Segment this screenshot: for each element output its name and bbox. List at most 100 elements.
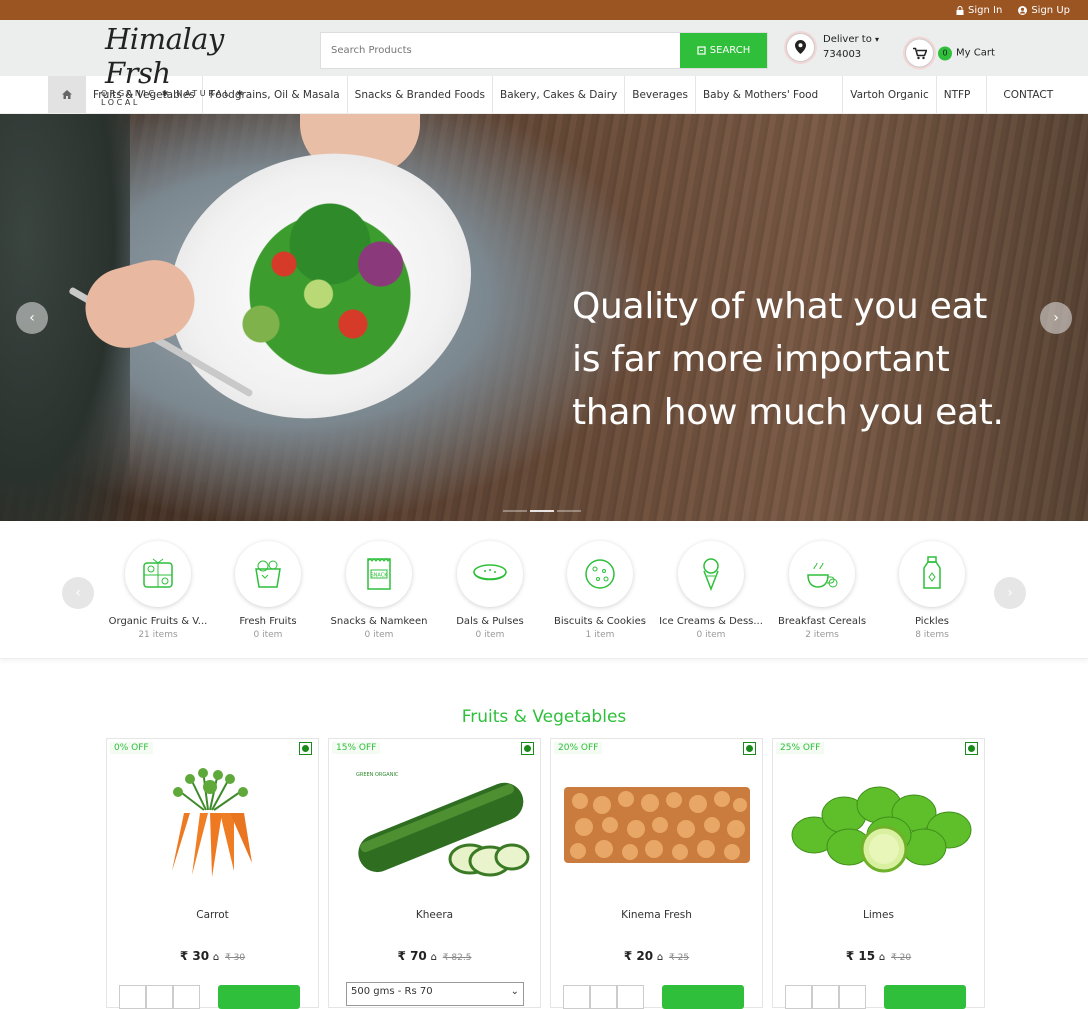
hero-quote-line: is far more important [572, 339, 950, 380]
decrement-button[interactable] [563, 985, 590, 1009]
sign-in-link[interactable]: Sign In [956, 5, 1002, 16]
deliver-to[interactable]: Deliver to ▾ 734003 [786, 32, 879, 62]
hero-quote-line: Quality of what you eat [572, 286, 988, 327]
nav-baby-food[interactable]: Baby & Mothers' Food [696, 76, 844, 113]
veg-indicator-icon [743, 742, 756, 755]
quantity-stepper[interactable] [785, 985, 866, 1009]
quantity-stepper[interactable] [563, 985, 644, 1009]
tag-icon: ⌂ [430, 952, 437, 963]
product-price: ₹ 30 ⌂ ₹ 30 [107, 949, 318, 963]
price-old: ₹ 20 [891, 953, 912, 963]
add-to-cart-button[interactable] [884, 985, 966, 1009]
cart-count-badge: 0 [938, 46, 952, 60]
category-item[interactable]: Pickles 8 items [876, 541, 988, 640]
hero-quote: Quality of what you eat is far more impo… [572, 280, 1004, 439]
nav-ntfp[interactable]: NTFP [937, 76, 988, 113]
add-to-cart-button[interactable] [662, 985, 744, 1009]
sign-up-link[interactable]: Sign Up [1018, 5, 1070, 16]
increment-button[interactable] [173, 985, 200, 1009]
kinema-image[interactable] [561, 763, 753, 887]
brand-name: Himalay Frsh [105, 22, 224, 90]
fruit-bag-icon [235, 541, 301, 607]
category-name: Pickles [914, 616, 950, 627]
snack-pack-icon: SNACK [346, 541, 412, 607]
nav-snacks[interactable]: Snacks & Branded Foods [348, 76, 493, 113]
header: Himalay Frsh ORGANIC ✱ NATURAL ✱ LOCAL S… [0, 20, 1088, 107]
product-name: Kinema Fresh [621, 909, 692, 921]
category-carousel: ‹ Organic Fruits & V... 21 items Fresh F… [0, 521, 1088, 659]
search-button[interactable]: SEARCH [680, 33, 767, 68]
category-name: Snacks & Namkeen [330, 616, 428, 627]
cereal-bowl-icon [789, 541, 855, 607]
discount-badge: 25% OFF [776, 742, 825, 754]
quantity-input[interactable] [146, 985, 173, 1009]
hero-quote-line: than how much you eat. [572, 392, 1004, 433]
category-name: Biscuits & Cookies [554, 616, 646, 627]
nav-vartoh-organic[interactable]: Vartoh Organic [843, 76, 937, 113]
price-old: ₹ 25 [669, 953, 690, 963]
section-title: Fruits & Vegetables [461, 707, 627, 727]
category-name: Ice Creams & Dess... [659, 616, 763, 627]
product-card[interactable]: 0% OFF Carrot ₹ 30 ⌂ ₹ 30 [106, 738, 319, 1009]
category-name: Organic Fruits & V... [108, 616, 208, 627]
hero-slider: Quality of what you eat is far more impo… [0, 114, 1088, 521]
price-current: ₹ 30 [179, 949, 210, 963]
category-item[interactable]: Dals & Pulses 0 item [434, 541, 546, 640]
category-count: 0 item [364, 630, 394, 640]
variant-selected: 500 gms - Rs 70 [351, 986, 433, 997]
product-card[interactable]: 15% OFF GREEN ORGANIC Kheera ₹ 70 ⌂ ₹ 82… [328, 738, 541, 1008]
category-item[interactable]: Breakfast Cereals 2 items [766, 541, 878, 640]
chevron-left-icon: ‹ [29, 310, 35, 326]
limes-image[interactable] [783, 763, 975, 887]
product-card[interactable]: 20% OFF Kinema Fresh ₹ 20 ⌂ ₹ 25 [550, 738, 763, 1009]
tag-icon: ⌂ [656, 952, 664, 963]
salad-image [215, 184, 445, 384]
decrement-button[interactable] [119, 985, 146, 1009]
category-count: 1 item [585, 630, 615, 640]
hero-prev-button[interactable]: ‹ [16, 302, 48, 334]
cucumber-image[interactable]: GREEN ORGANIC [339, 763, 531, 887]
fruits-basket-icon [125, 541, 191, 607]
category-name: Breakfast Cereals [777, 616, 867, 627]
category-prev-button[interactable]: ‹ [62, 577, 94, 609]
logo[interactable]: Himalay Frsh ORGANIC ✱ NATURAL ✱ LOCAL [101, 22, 286, 107]
increment-button[interactable] [839, 985, 866, 1009]
pincode: 734003 [823, 49, 862, 60]
category-item[interactable]: Ice Creams & Dess... 0 item [655, 541, 767, 640]
carrot-image[interactable] [117, 763, 309, 887]
quantity-input[interactable] [590, 985, 617, 1009]
veg-indicator-icon [521, 742, 534, 755]
increment-button[interactable] [617, 985, 644, 1009]
category-next-button[interactable]: › [994, 577, 1026, 609]
product-card[interactable]: 25% OFF Limes ₹ 15 ⌂ ₹ 20 [772, 738, 985, 1009]
slide-dot[interactable] [557, 510, 581, 512]
quantity-stepper[interactable] [119, 985, 200, 1009]
cart-label: My Cart [956, 47, 995, 59]
category-item[interactable]: Fresh Fruits 0 item [212, 541, 324, 640]
nav-beverages[interactable]: Beverages [625, 76, 696, 113]
category-item[interactable]: Biscuits & Cookies 1 item [544, 541, 656, 640]
search-input[interactable] [321, 33, 680, 68]
quantity-input[interactable] [812, 985, 839, 1009]
slide-dot[interactable] [530, 510, 554, 512]
product-price: ₹ 70 ⌂ ₹ 82.5 [329, 949, 540, 963]
chevron-left-icon: ‹ [75, 585, 81, 601]
top-bar: Sign In Sign Up [0, 0, 1088, 20]
category-count: 0 item [475, 630, 505, 640]
discount-badge: 20% OFF [554, 742, 603, 754]
product-price: ₹ 20 ⌂ ₹ 25 [551, 949, 762, 963]
decrement-button[interactable] [785, 985, 812, 1009]
category-item[interactable]: SNACK Snacks & Namkeen 0 item [323, 541, 435, 640]
search-icon [697, 46, 706, 55]
cart-button[interactable]: 0 My Cart [905, 38, 995, 68]
add-to-cart-button[interactable] [218, 985, 300, 1009]
home-button[interactable] [48, 76, 86, 113]
product-name: Limes [863, 909, 894, 921]
variant-select[interactable]: 500 gms - Rs 70 ⌄ [346, 982, 524, 1006]
nav-bakery[interactable]: Bakery, Cakes & Dairy [493, 76, 626, 113]
category-item[interactable]: Organic Fruits & V... 21 items [102, 541, 214, 640]
nav-contact[interactable]: CONTACT [987, 76, 1060, 113]
category-count: 0 item [253, 630, 283, 640]
slide-dot[interactable] [503, 510, 527, 512]
hero-next-button[interactable]: › [1040, 302, 1072, 334]
